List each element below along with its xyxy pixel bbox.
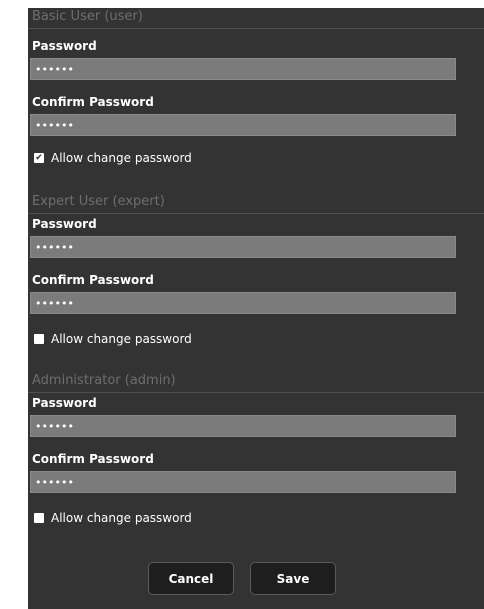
section-header: Basic User (user) bbox=[28, 8, 484, 29]
allow-change-password-option[interactable]: ✔ Allow change password bbox=[28, 149, 484, 167]
section-administrator: Administrator (admin) Password Confirm P… bbox=[28, 372, 484, 527]
confirm-password-field[interactable] bbox=[30, 292, 456, 314]
password-label: Password bbox=[32, 396, 97, 410]
confirm-password-label: Confirm Password bbox=[32, 452, 154, 466]
password-field[interactable] bbox=[30, 415, 456, 437]
confirm-password-field[interactable] bbox=[30, 471, 456, 493]
confirm-password-label: Confirm Password bbox=[32, 273, 154, 287]
allow-change-password-checkbox[interactable] bbox=[34, 513, 44, 523]
section-header: Expert User (expert) bbox=[28, 193, 484, 214]
allow-change-password-checkbox[interactable] bbox=[34, 334, 44, 344]
allow-change-password-checkbox[interactable]: ✔ bbox=[34, 153, 44, 163]
cancel-button[interactable]: Cancel bbox=[148, 562, 234, 595]
section-header: Administrator (admin) bbox=[28, 372, 484, 393]
section-expert-user: Expert User (expert) Password Confirm Pa… bbox=[28, 193, 484, 348]
allow-change-password-label: Allow change password bbox=[51, 151, 192, 165]
password-field[interactable] bbox=[30, 58, 456, 80]
confirm-password-field[interactable] bbox=[30, 114, 456, 136]
checkmark-icon: ✔ bbox=[35, 153, 43, 163]
allow-change-password-option[interactable]: Allow change password bbox=[28, 330, 484, 348]
password-label: Password bbox=[32, 39, 97, 53]
password-field[interactable] bbox=[30, 236, 456, 258]
dialog-buttons: Cancel Save bbox=[28, 562, 484, 596]
section-basic-user: Basic User (user) Password Confirm Passw… bbox=[28, 8, 484, 167]
confirm-password-label: Confirm Password bbox=[32, 95, 154, 109]
password-label: Password bbox=[32, 217, 97, 231]
allow-change-password-label: Allow change password bbox=[51, 332, 192, 346]
allow-change-password-option[interactable]: Allow change password bbox=[28, 509, 484, 527]
user-password-panel: Basic User (user) Password Confirm Passw… bbox=[28, 8, 484, 609]
save-button[interactable]: Save bbox=[250, 562, 336, 595]
allow-change-password-label: Allow change password bbox=[51, 511, 192, 525]
